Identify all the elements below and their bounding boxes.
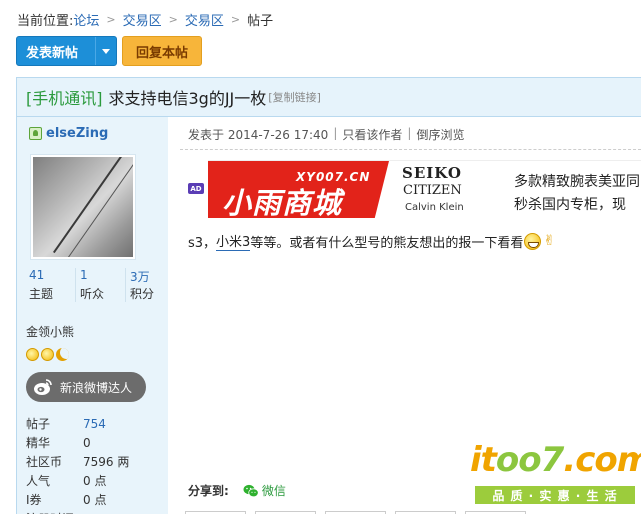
meta-separator: | bbox=[407, 126, 412, 140]
stat-label: 听众 bbox=[80, 287, 105, 301]
share-bar: 分享到: 微信 bbox=[188, 482, 286, 499]
only-author-link[interactable]: 只看该作者 bbox=[342, 126, 402, 143]
post-date: 发表于 2014-7-26 17:40 bbox=[188, 128, 329, 142]
info-row: 帖子 754 bbox=[26, 414, 145, 433]
info-key: 精华 bbox=[26, 436, 51, 450]
stat-followers[interactable]: 1 听众 bbox=[75, 268, 125, 302]
banner-brand-1: SEIKO bbox=[402, 164, 462, 182]
logo-part: .com bbox=[563, 440, 641, 480]
breadcrumb-prefix: 当前位置: bbox=[17, 14, 74, 29]
post-meta: 发表于 2014-7-26 17:40 | 只看该作者 | 倒序浏览 bbox=[188, 126, 464, 143]
thread-category[interactable]: [手机通讯] bbox=[26, 85, 103, 109]
author-sidebar: elseZing 41 主题 1 听众 3万 积分 金领小熊 新浪微博达人 帖子… bbox=[16, 117, 168, 514]
reply-button[interactable]: 回复本帖 bbox=[122, 36, 202, 66]
info-value: 0 点 bbox=[83, 493, 107, 507]
thread-header: [手机通讯] 求支持电信3g的JJ一枚 [复制链接] bbox=[16, 77, 641, 117]
breadcrumb: 当前位置: 论坛 > 交易区 > 交易区 > 帖子 bbox=[17, 10, 273, 29]
avatar[interactable] bbox=[30, 154, 136, 260]
info-row: 注册时间2000-2-22 bbox=[26, 509, 145, 514]
breadcrumb-link-trade[interactable]: 交易区 bbox=[123, 10, 162, 29]
logo-part: it bbox=[470, 440, 497, 480]
watermark-logo: itoo7.com bbox=[470, 440, 641, 480]
body-text-before: s3， bbox=[188, 235, 217, 251]
info-key: 注册时间 bbox=[26, 510, 83, 514]
weibo-badge[interactable]: 新浪微博达人 bbox=[26, 372, 146, 402]
stat-topics[interactable]: 41 主题 bbox=[25, 268, 75, 302]
wechat-share-link[interactable]: 微信 bbox=[262, 482, 286, 499]
body-keyword-link[interactable]: 小米3 bbox=[216, 231, 251, 251]
new-post-button[interactable]: 发表新帖 bbox=[16, 36, 117, 66]
watermark-tagline: 品 质 · 实 惠 · 生 活 bbox=[475, 486, 635, 504]
info-value: 0 bbox=[83, 435, 91, 450]
breadcrumb-separator: > bbox=[168, 13, 178, 26]
info-value: 7596 两 bbox=[83, 455, 130, 469]
banner-text-1: 多款精致腕表美亚同 bbox=[514, 174, 640, 190]
site-watermark: itoo7.com 品 质 · 实 惠 · 生 活 bbox=[470, 440, 641, 514]
chevron-down-icon bbox=[102, 48, 111, 54]
breadcrumb-link-forum[interactable]: 论坛 bbox=[73, 10, 99, 29]
moon-icon bbox=[56, 348, 69, 361]
logo-part: oo7 bbox=[495, 440, 564, 480]
wechat-icon[interactable] bbox=[243, 484, 259, 498]
banner-text-2: 秒杀国内专柜，现 bbox=[514, 197, 626, 213]
info-key: 社区币 bbox=[26, 455, 63, 469]
author-rank: 金领小熊 bbox=[26, 325, 75, 339]
weibo-icon bbox=[33, 378, 53, 396]
new-post-label: 发表新帖 bbox=[26, 45, 79, 61]
grin-emoji-icon bbox=[524, 232, 542, 250]
author-line: elseZing bbox=[29, 126, 108, 141]
sun-icon bbox=[41, 348, 54, 361]
ad-banner[interactable]: XY007.CN 小雨商城 SEIKO CITIZEN Calvin Klein… bbox=[208, 160, 641, 218]
avatar-image bbox=[33, 157, 133, 257]
ad-tag: AD bbox=[188, 183, 204, 194]
online-status-icon bbox=[29, 127, 42, 140]
banner-brand: 小雨商城 bbox=[222, 186, 343, 218]
stat-label: 主题 bbox=[29, 287, 54, 301]
info-row: 精华 0 bbox=[26, 433, 145, 452]
sun-icon bbox=[26, 348, 39, 361]
breadcrumb-current: 帖子 bbox=[247, 14, 274, 29]
copy-link[interactable]: [复制链接] bbox=[268, 89, 321, 105]
breadcrumb-separator: > bbox=[230, 13, 241, 26]
stat-value: 1 bbox=[80, 268, 88, 282]
breadcrumb-link-trade-sub[interactable]: 交易区 bbox=[185, 10, 224, 29]
meta-separator: | bbox=[333, 126, 338, 140]
meta-divider bbox=[180, 149, 641, 150]
stat-value: 41 bbox=[29, 268, 45, 282]
author-stats: 41 主题 1 听众 3万 积分 bbox=[25, 268, 175, 302]
banner-brand-3: Calvin Klein bbox=[405, 202, 464, 213]
breadcrumb-separator: > bbox=[106, 13, 116, 26]
info-row: 人气 0 点 bbox=[26, 471, 145, 490]
thread-title: 求支持电信3g的JJ一枚 bbox=[108, 89, 267, 108]
info-row: I券 0 点 bbox=[26, 490, 145, 509]
share-label: 分享到: bbox=[188, 484, 229, 498]
body-text-after: 等等。或者有什么型号的熊友想出的报一下看看 bbox=[250, 235, 524, 251]
info-key: 人气 bbox=[26, 474, 51, 488]
info-key: I券 bbox=[26, 493, 42, 507]
victory-hand-icon: ✌ bbox=[543, 233, 556, 249]
author-name[interactable]: elseZing bbox=[46, 126, 108, 141]
post-body: s3， 小米3 等等。或者有什么型号的熊友想出的报一下看看 ✌ bbox=[188, 231, 555, 251]
level-medals bbox=[26, 348, 69, 361]
reverse-order-link[interactable]: 倒序浏览 bbox=[416, 126, 464, 143]
post-menu-dropdown[interactable] bbox=[95, 37, 116, 65]
author-info-list: 帖子 754 精华 0 社区币 7596 两 人气 0 点 I券 0 点 注册时间2000… bbox=[26, 414, 145, 514]
info-value[interactable]: 754 bbox=[83, 417, 106, 431]
info-row: 社区币 7596 两 bbox=[26, 452, 145, 471]
banner-brand-2: CITIZEN bbox=[403, 183, 462, 198]
info-key: 帖子 bbox=[26, 417, 51, 431]
weibo-label: 新浪微博达人 bbox=[60, 380, 133, 395]
info-value: 0 点 bbox=[83, 474, 107, 488]
